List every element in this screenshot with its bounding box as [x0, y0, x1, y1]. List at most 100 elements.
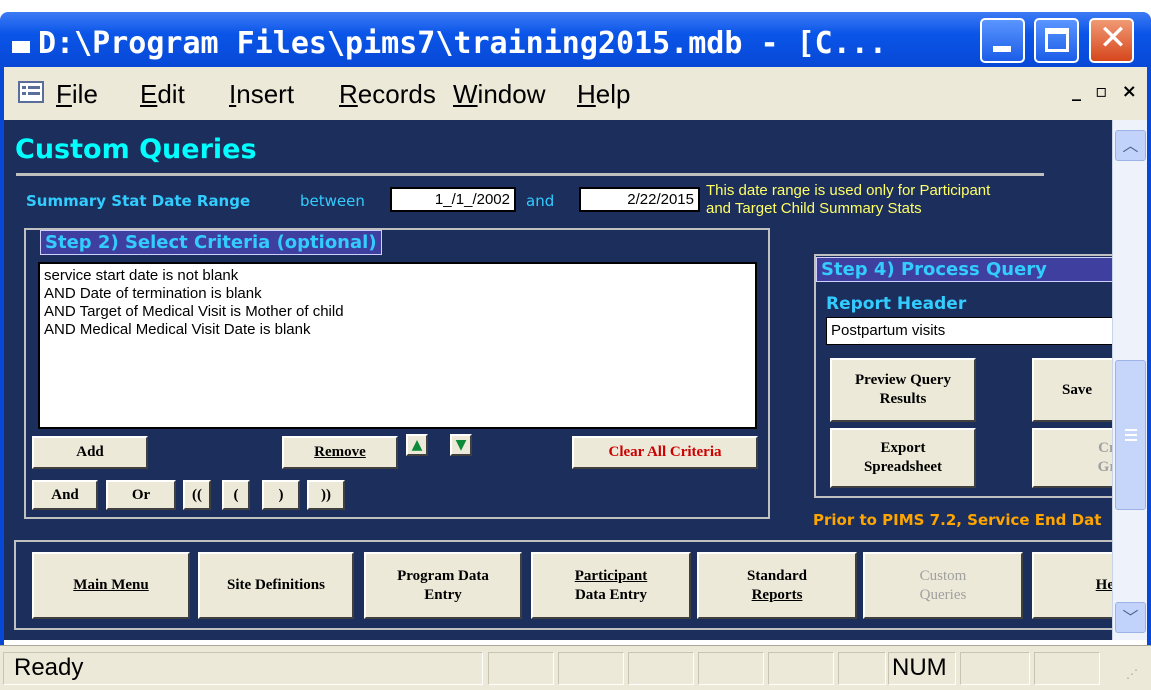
status-panel	[488, 652, 554, 685]
date-range-note-2: and Target Child Summary Stats	[706, 200, 922, 217]
move-up-button[interactable]: ▲	[406, 434, 428, 456]
list-item[interactable]: service start date is not blank	[44, 267, 751, 285]
status-panel	[838, 652, 886, 685]
and-label: and	[526, 192, 555, 210]
menu-bar: File Edit Insert Records Window Help _ ▫…	[0, 67, 1151, 120]
help-label: He	[1095, 577, 1112, 593]
form-title: Custom Queries	[15, 134, 257, 165]
close-icon: ✕	[1098, 18, 1128, 58]
step4-header: Step 4) Process Query	[816, 257, 1112, 282]
main-menu-label: Main Menu	[73, 577, 149, 593]
mdi-window-controls[interactable]: _ ▫ ×	[1072, 81, 1141, 102]
minimize-button[interactable]	[980, 18, 1025, 63]
menu-records[interactable]: Records	[339, 79, 436, 110]
chevron-down-icon: ﹀	[1122, 608, 1139, 627]
export-label-1: Export	[880, 440, 926, 456]
custom-label-2: Queries	[919, 586, 967, 603]
warning-text: Prior to PIMS 7.2, Service End Dat	[813, 511, 1102, 529]
status-panel	[628, 652, 694, 685]
participant-label-1: Participant	[574, 567, 648, 584]
create-graph-button[interactable]: Cr Gr	[1032, 428, 1112, 488]
double-close-paren-button[interactable]: ))	[307, 480, 345, 510]
site-definitions-label: Site Definitions	[227, 577, 325, 593]
status-panel	[1034, 652, 1100, 685]
report-header-input[interactable]: Postpartum visits	[826, 317, 1112, 345]
vertical-scrollbar[interactable]: ︿ ﹀	[1112, 120, 1147, 640]
open-paren-button[interactable]: (	[222, 480, 250, 510]
resize-grip-icon[interactable]: ⋰	[1126, 668, 1142, 686]
standard-reports-button[interactable]: Standard Reports	[697, 552, 857, 619]
status-panel	[698, 652, 764, 685]
title-bar[interactable]: D:\Program Files\pims7\training2015.mdb …	[0, 12, 1151, 67]
criteria-list[interactable]: service start date is not blank AND Date…	[38, 262, 757, 429]
status-bar: Ready NUM ⋰	[0, 645, 1151, 690]
menu-window[interactable]: Window	[453, 79, 545, 110]
site-definitions-button[interactable]: Site Definitions	[198, 552, 354, 619]
minimize-icon	[993, 46, 1011, 52]
status-panel-main	[3, 652, 483, 685]
title-divider	[16, 173, 1044, 176]
list-item[interactable]: AND Target of Medical Visit is Mother of…	[44, 303, 751, 321]
clear-all-criteria-button[interactable]: Clear All Criteria	[572, 436, 758, 469]
scroll-up-button[interactable]: ︿	[1115, 130, 1146, 161]
add-button[interactable]: Add	[32, 436, 148, 469]
scroll-down-button[interactable]: ﹀	[1115, 602, 1146, 633]
window-frame-right	[1147, 120, 1151, 645]
date-range-label: Summary Stat Date Range	[26, 192, 251, 210]
create-label-1: Cr	[1098, 440, 1112, 456]
form-document-icon[interactable]	[18, 81, 44, 103]
create-label-2: Gr	[1097, 459, 1112, 475]
close-button[interactable]: ✕	[1089, 18, 1134, 63]
move-down-button[interactable]: ▼	[450, 434, 472, 456]
remove-button[interactable]: Remove	[282, 436, 398, 469]
chevron-up-icon: ︿	[1122, 136, 1139, 155]
program-data-label-2: Entry	[424, 586, 462, 603]
main-menu-button[interactable]: Main Menu	[32, 552, 190, 619]
scroll-thumb[interactable]	[1115, 360, 1146, 510]
custom-queries-form: Custom Queries Summary Stat Date Range b…	[4, 120, 1112, 640]
maximize-button[interactable]	[1034, 18, 1079, 63]
between-label: between	[300, 192, 365, 210]
status-panel	[558, 652, 624, 685]
custom-queries-button[interactable]: Custom Queries	[863, 552, 1023, 619]
menu-insert[interactable]: Insert	[229, 79, 294, 110]
app-window: D:\Program Files\pims7\training2015.mdb …	[0, 0, 1151, 690]
preview-label-2: Results	[879, 391, 927, 407]
window-title: D:\Program Files\pims7\training2015.mdb …	[38, 26, 887, 61]
end-date-field[interactable]: 2/22/2015	[579, 187, 700, 212]
preview-label-1: Preview Query	[855, 372, 951, 388]
close-paren-button[interactable]: )	[262, 480, 300, 510]
or-button[interactable]: Or	[106, 480, 176, 510]
participant-data-entry-button[interactable]: Participant Data Entry	[531, 552, 691, 619]
status-panel	[960, 652, 1030, 685]
list-item[interactable]: AND Date of termination is blank	[44, 285, 751, 303]
report-header-label: Report Header	[826, 294, 967, 314]
menu-help[interactable]: Help	[577, 79, 630, 110]
window-menu-icon[interactable]	[12, 41, 30, 53]
status-panel	[768, 652, 834, 685]
standard-label-1: Standard	[746, 567, 808, 584]
save-button[interactable]: Save	[1032, 358, 1112, 422]
standard-label-2: Reports	[751, 586, 803, 603]
preview-query-results-button[interactable]: Preview Query Results	[830, 358, 976, 422]
arrow-down-icon: ▼	[455, 437, 467, 453]
custom-label-1: Custom	[919, 567, 967, 584]
export-label-2: Spreadsheet	[863, 459, 943, 475]
arrow-up-icon: ▲	[411, 437, 423, 453]
list-item[interactable]: AND Medical Medical Visit Date is blank	[44, 321, 751, 339]
export-spreadsheet-button[interactable]: Export Spreadsheet	[830, 428, 976, 488]
menu-edit[interactable]: Edit	[140, 79, 185, 110]
program-data-entry-button[interactable]: Program Data Entry	[364, 552, 522, 619]
participant-label-2: Data Entry	[574, 586, 648, 603]
menu-file[interactable]: File	[56, 79, 98, 110]
save-label: Save	[1062, 381, 1092, 398]
maximize-icon	[1045, 28, 1069, 52]
num-lock-indicator: NUM	[892, 654, 947, 681]
start-date-field[interactable]: 1_/1_/2002	[390, 187, 516, 212]
program-data-label-1: Program Data	[397, 567, 489, 584]
and-button[interactable]: And	[32, 480, 98, 510]
step2-header: Step 2) Select Criteria (optional)	[40, 230, 382, 255]
help-button[interactable]: He	[1032, 552, 1112, 619]
double-open-paren-button[interactable]: ((	[183, 480, 211, 510]
date-range-note-1: This date range is used only for Partici…	[706, 182, 991, 199]
